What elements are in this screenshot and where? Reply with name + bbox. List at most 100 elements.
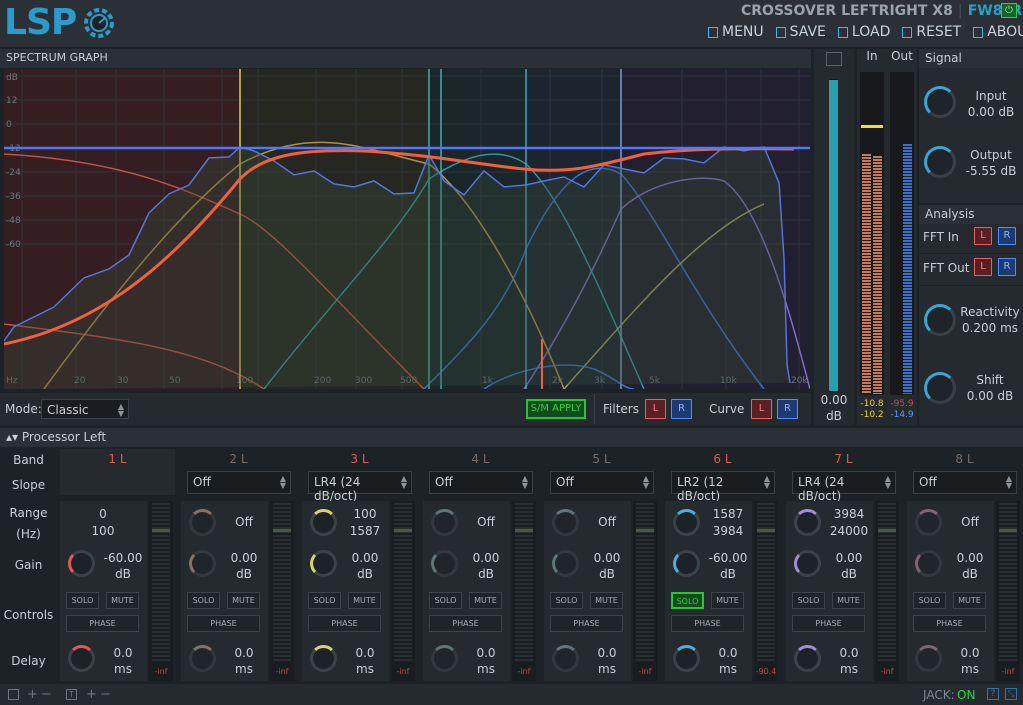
- lsp-logo: LSP: [4, 2, 77, 43]
- font-in-button[interactable]: +: [86, 687, 97, 702]
- reactivity-knob[interactable]: [924, 304, 956, 336]
- delay-knob[interactable]: [68, 645, 95, 672]
- input-knob[interactable]: [924, 86, 956, 118]
- solo-button[interactable]: SOLO: [792, 592, 825, 609]
- band-slope-select[interactable]: Off ▲ ▼: [913, 471, 1017, 494]
- range-top-value: 0: [99, 507, 107, 521]
- gain-knob[interactable]: [915, 550, 942, 577]
- row-label-gain: Gain: [14, 558, 43, 572]
- menu-button[interactable]: MENU: [708, 24, 764, 40]
- curve-right-button[interactable]: R: [777, 399, 798, 419]
- delay-knob[interactable]: [673, 645, 700, 672]
- range-knob[interactable]: [431, 509, 458, 536]
- range-knob[interactable]: [552, 509, 579, 536]
- save-button[interactable]: SAVE: [775, 24, 826, 40]
- band-header: 1 L: [60, 449, 175, 469]
- band-meter-mark: [394, 529, 412, 532]
- band-header: 8 L: [955, 452, 974, 466]
- mute-button[interactable]: MUTE: [348, 592, 381, 609]
- mute-button[interactable]: MUTE: [106, 592, 139, 609]
- curve-left-button[interactable]: L: [751, 399, 772, 419]
- power-button[interactable]: ⏻: [1001, 3, 1017, 18]
- gain-knob[interactable]: [794, 550, 821, 577]
- range-knob[interactable]: [673, 509, 700, 536]
- processor-title[interactable]: ▴▾ Processor Left: [0, 428, 1023, 447]
- solo-button[interactable]: SOLO: [671, 592, 704, 609]
- phase-button[interactable]: PHASE: [913, 615, 986, 632]
- solo-button[interactable]: SOLO: [308, 592, 341, 609]
- gain-knob[interactable]: [552, 550, 579, 577]
- reset-button[interactable]: RESET: [902, 24, 961, 40]
- fft-in-left-button[interactable]: L: [974, 227, 992, 245]
- fft-out-left-button[interactable]: L: [974, 258, 992, 276]
- gain-knob[interactable]: [431, 550, 458, 577]
- window-size-icon[interactable]: [8, 689, 19, 700]
- zoom-in-button[interactable]: +: [27, 687, 38, 702]
- sm-apply-button[interactable]: S/M APPLY: [526, 399, 586, 419]
- save-icon: [775, 26, 786, 38]
- zoom-out-button[interactable]: −: [41, 687, 52, 702]
- band-slope-select[interactable]: Off ▲ ▼: [429, 471, 533, 494]
- gain-knob[interactable]: [310, 550, 337, 577]
- mute-button[interactable]: MUTE: [469, 592, 502, 609]
- band-slope-select[interactable]: Off ▲ ▼: [550, 471, 654, 494]
- mute-button[interactable]: MUTE: [711, 592, 744, 609]
- mute-button[interactable]: MUTE: [832, 592, 865, 609]
- help-icon[interactable]: ?: [987, 688, 999, 700]
- phase-button[interactable]: PHASE: [792, 615, 865, 632]
- gain-knob[interactable]: [673, 550, 700, 577]
- resize-icon[interactable]: ⤡: [1005, 688, 1017, 700]
- phase-button[interactable]: PHASE: [550, 615, 623, 632]
- output-value: -5.55 dB: [965, 164, 1017, 178]
- zoom-icon[interactable]: [826, 52, 842, 66]
- delay-knob[interactable]: [915, 645, 942, 672]
- gain-knob[interactable]: [189, 550, 216, 577]
- delay-knob[interactable]: [189, 645, 216, 672]
- range-knob[interactable]: [915, 509, 942, 536]
- about-button[interactable]: ABOUT: [973, 24, 1023, 40]
- solo-button[interactable]: SOLO: [550, 592, 583, 609]
- range-knob[interactable]: [310, 509, 337, 536]
- solo-button[interactable]: SOLO: [187, 592, 220, 609]
- solo-button[interactable]: SOLO: [913, 592, 946, 609]
- filters-right-button[interactable]: R: [671, 399, 692, 419]
- gain-knob[interactable]: [68, 550, 95, 577]
- font-out-button[interactable]: −: [100, 687, 111, 702]
- font-size-icon[interactable]: T: [66, 689, 77, 700]
- range-knob[interactable]: [189, 509, 216, 536]
- band-header: 6 L: [713, 452, 732, 466]
- phase-button[interactable]: PHASE: [671, 615, 744, 632]
- spectrum-graph[interactable]: 120-12-24-36-48-60dBHz203050100200300500…: [4, 69, 810, 389]
- delay-knob[interactable]: [310, 645, 337, 672]
- shift-knob[interactable]: [924, 372, 956, 404]
- delay-knob[interactable]: [794, 645, 821, 672]
- delay-knob[interactable]: [552, 645, 579, 672]
- band-slope-select[interactable]: Off ▲ ▼: [187, 471, 291, 494]
- solo-button[interactable]: SOLO: [66, 592, 99, 609]
- solo-button[interactable]: SOLO: [429, 592, 462, 609]
- mute-button[interactable]: MUTE: [227, 592, 260, 609]
- mute-button[interactable]: MUTE: [590, 592, 623, 609]
- delay-knob[interactable]: [431, 645, 458, 672]
- mute-button[interactable]: MUTE: [953, 592, 986, 609]
- filters-left-button[interactable]: L: [645, 399, 666, 419]
- mode-label: Mode:: [5, 402, 42, 416]
- zoom-fader[interactable]: [829, 79, 838, 392]
- range-knob[interactable]: [794, 509, 821, 536]
- fft-out-right-button[interactable]: R: [998, 258, 1016, 276]
- in-meter-left-bar: [862, 154, 871, 394]
- phase-button[interactable]: PHASE: [66, 615, 139, 632]
- fft-out-label: FFT Out: [923, 261, 970, 275]
- band-slope-select[interactable]: LR4 (24 dB/oct) ▲ ▼: [308, 471, 412, 503]
- band-slope-select[interactable]: LR4 (24 dB/oct) ▲ ▼: [792, 471, 896, 503]
- band-slope-select[interactable]: LR2 (12 dB/oct) ▲ ▼: [671, 471, 775, 503]
- fft-in-right-button[interactable]: R: [998, 227, 1016, 245]
- phase-button[interactable]: PHASE: [429, 615, 502, 632]
- phase-button[interactable]: PHASE: [308, 615, 381, 632]
- phase-button[interactable]: PHASE: [187, 615, 260, 632]
- menu-bar: MENU SAVE LOAD RESET ABOUT: [708, 24, 1023, 40]
- output-knob[interactable]: [924, 146, 956, 178]
- load-button[interactable]: LOAD: [837, 24, 890, 40]
- combo-arrows-icon: ▲ ▼: [400, 474, 407, 490]
- mode-select[interactable]: Classic ▲ ▼: [41, 399, 129, 419]
